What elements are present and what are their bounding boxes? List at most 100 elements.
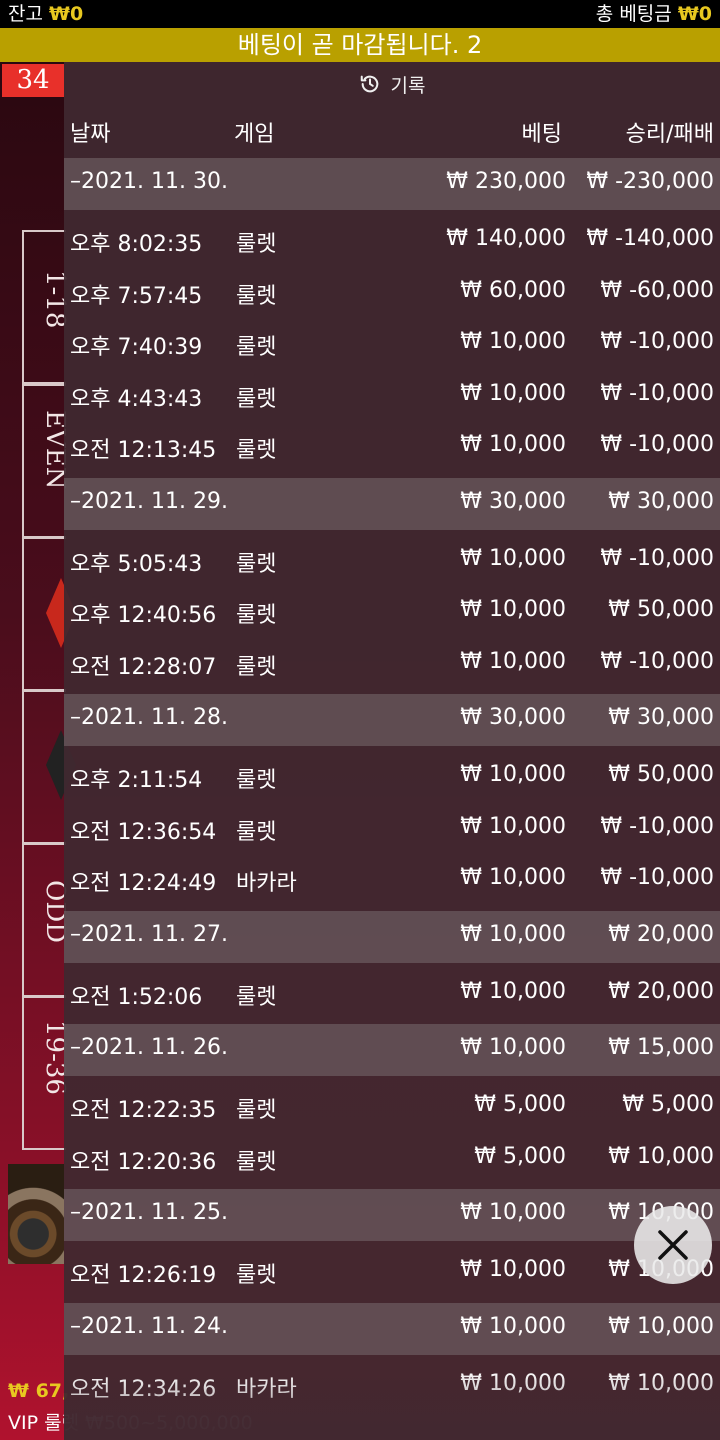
date-label: –2021. 11. 30. — [70, 169, 228, 194]
date-label: –2021. 11. 25. — [70, 1200, 228, 1225]
history-row[interactable]: 오후 8:02:35 룰렛 ₩ 140,000 ₩ -140,000 — [64, 215, 720, 267]
row-game: 룰렛 — [236, 1149, 277, 1175]
date-label: –2021. 11. 24. — [70, 1313, 228, 1339]
date-total-result: ₩ 30,000 — [608, 705, 714, 730]
top-bar: 잔고 ₩0 총 베팅금 ₩0 — [0, 0, 720, 28]
row-result: ₩ 10,000 — [608, 1143, 714, 1169]
history-row[interactable]: 오전 12:13:45 룰렛 ₩ 10,000 ₩ -10,000 — [64, 421, 720, 473]
history-row[interactable]: 오후 2:11:54 룰렛 ₩ 10,000 ₩ 50,000 — [64, 751, 720, 803]
history-title-label: 기록 — [390, 74, 426, 97]
row-bet: ₩ 10,000 — [460, 597, 566, 622]
date-group-row[interactable]: –2021. 11. 24. ₩ 10,000 ₩ 10,000 — [64, 1302, 720, 1355]
total-bet-label: 총 베팅금 — [595, 3, 672, 25]
column-date: 날짜 — [70, 122, 111, 147]
history-panel[interactable]: 기록 날짜 게임 베팅 승리/패배 –2021. 11. 30. ₩ 230,00… — [64, 62, 720, 1440]
row-bet: ₩ 10,000 — [460, 329, 566, 354]
row-game: 룰렛 — [236, 603, 277, 628]
row-bet: ₩ 60,000 — [460, 277, 566, 303]
row-game: 룰렛 — [236, 335, 277, 360]
row-time: 오후 8:02:35 — [70, 232, 203, 257]
history-clock-icon — [360, 75, 378, 93]
row-time: 오후 5:05:43 — [70, 551, 203, 577]
date-total-bet: ₩ 10,000 — [460, 1313, 566, 1339]
roulette-thumbnail[interactable] — [8, 1164, 64, 1264]
date-group-row[interactable]: –2021. 11. 30. ₩ 230,000 ₩ -230,000 — [64, 158, 720, 210]
row-result: ₩ -10,000 — [600, 545, 714, 571]
row-bet: ₩ 10,000 — [460, 762, 566, 787]
row-game: 룰렛 — [236, 1263, 277, 1288]
history-list[interactable]: –2021. 11. 30. ₩ 230,000 ₩ -230,000 오후 8:02… — [64, 158, 720, 1416]
row-result: ₩ -10,000 — [600, 648, 714, 674]
date-group-row[interactable]: –2021. 11. 25.₩ 10,000₩ 10,000 — [64, 1189, 720, 1241]
date-group-row[interactable]: –2021. 11. 27. ₩ 10,000 ₩ 20,000 — [64, 910, 720, 963]
date-total-bet: ₩ 30,000 — [460, 705, 566, 730]
close-button[interactable] — [634, 1206, 712, 1284]
row-game: 룰렛 — [236, 386, 277, 412]
date-label: –2021. 11. 27. — [70, 921, 228, 947]
row-result: ₩ -60,000 — [600, 277, 714, 303]
row-time: 오전 12:28:07 — [70, 654, 217, 680]
date-total-result: ₩ -230,000 — [586, 169, 714, 194]
row-time: 오전 12:24:49 — [70, 871, 217, 896]
history-row[interactable]: 오후 12:40:56 룰렛 ₩ 10,000 ₩ 50,000 — [64, 586, 720, 638]
row-time: 오전 1:52:06 — [70, 984, 203, 1010]
history-column-headers: 날짜 게임 베팅 승리/패배 — [64, 106, 720, 158]
history-row[interactable]: 오후 7:57:45 룰렛 ₩ 60,000 ₩ -60,000 — [64, 267, 720, 319]
date-label: –2021. 11. 28. — [70, 705, 228, 730]
row-bet: ₩ 10,000 — [460, 1257, 566, 1282]
date-label: –2021. 11. 29. — [70, 488, 228, 514]
row-bet: ₩ 10,000 — [460, 380, 566, 406]
row-game: 룰렛 — [236, 1098, 277, 1123]
row-bet: ₩ 5,000 — [474, 1092, 566, 1117]
date-total-bet: ₩ 10,000 — [460, 921, 566, 947]
history-row[interactable]: 오전 12:36:54 룰렛 ₩ 10,000 ₩ -10,000 — [64, 803, 720, 855]
row-game: 룰렛 — [236, 768, 277, 793]
total-bet-value: ₩0 — [677, 3, 712, 25]
row-time: 오전 12:20:36 — [70, 1149, 217, 1175]
row-time: 오전 12:36:54 — [70, 819, 217, 845]
row-game: 룰렛 — [236, 654, 277, 680]
row-bet: ₩ 10,000 — [460, 865, 566, 890]
game-balance-partial: ₩ 67, — [8, 1380, 70, 1402]
date-total-bet: ₩ 230,000 — [446, 169, 566, 194]
history-row[interactable]: 오전 12:22:35 룰렛 ₩ 5,000 ₩ 5,000 — [64, 1081, 720, 1133]
column-bet: 베팅 — [521, 122, 562, 147]
row-bet: ₩ 10,000 — [460, 545, 566, 571]
history-row[interactable]: 오전 12:24:49 바카라 ₩ 10,000 ₩ -10,000 — [64, 854, 720, 906]
history-row[interactable]: 오전 12:26:19룰렛₩ 10,000₩ 10,000 — [64, 1246, 720, 1298]
row-time: 오전 12:26:19 — [70, 1263, 217, 1288]
row-result: ₩ 50,000 — [608, 762, 714, 787]
row-time: 오후 7:40:39 — [70, 335, 203, 360]
row-game: 룰렛 — [236, 819, 277, 845]
row-result: ₩ 50,000 — [608, 597, 714, 622]
history-row[interactable]: 오후 5:05:43 룰렛 ₩ 10,000 ₩ -10,000 — [64, 535, 720, 587]
row-result: ₩ 20,000 — [608, 978, 714, 1004]
row-result: ₩ -10,000 — [600, 432, 714, 457]
history-row[interactable]: 오전 1:52:06 룰렛 ₩ 10,000 ₩ 20,000 — [64, 968, 720, 1020]
date-group-row[interactable]: –2021. 11. 28. ₩ 30,000 ₩ 30,000 — [64, 694, 720, 746]
row-time: 오후 4:43:43 — [70, 386, 203, 412]
date-total-result: ₩ 20,000 — [608, 921, 714, 947]
row-game: 룰렛 — [236, 232, 277, 257]
row-bet: ₩ 10,000 — [460, 432, 566, 457]
balance-display: 잔고 ₩0 — [8, 0, 83, 28]
row-game: 룰렛 — [236, 283, 277, 309]
row-bet: ₩ 10,000 — [460, 813, 566, 839]
row-time: 오전 12:13:45 — [70, 438, 217, 463]
scroll-fade — [64, 1370, 720, 1440]
row-game: 룰렛 — [236, 551, 277, 577]
row-game: 룰렛 — [236, 984, 277, 1010]
history-row[interactable]: 오후 4:43:43 룰렛 ₩ 10,000 ₩ -10,000 — [64, 370, 720, 422]
row-time: 오후 12:40:56 — [70, 603, 217, 628]
row-bet: ₩ 10,000 — [460, 648, 566, 674]
last-number-badge: 34 — [2, 64, 64, 97]
history-row[interactable]: 오전 12:28:07 룰렛 ₩ 10,000 ₩ -10,000 — [64, 638, 720, 690]
date-group-row[interactable]: –2021. 11. 26. ₩ 10,000 ₩ 15,000 — [64, 1024, 720, 1076]
close-icon — [658, 1230, 688, 1260]
history-row[interactable]: 오후 7:40:39 룰렛 ₩ 10,000 ₩ -10,000 — [64, 318, 720, 370]
balance-value: ₩0 — [49, 3, 84, 25]
history-row[interactable]: 오전 12:20:36 룰렛 ₩ 5,000 ₩ 10,000 — [64, 1133, 720, 1185]
date-total-bet: ₩ 10,000 — [460, 1035, 566, 1060]
row-time: 오후 2:11:54 — [70, 768, 203, 793]
date-group-row[interactable]: –2021. 11. 29. ₩ 30,000 ₩ 30,000 — [64, 477, 720, 530]
